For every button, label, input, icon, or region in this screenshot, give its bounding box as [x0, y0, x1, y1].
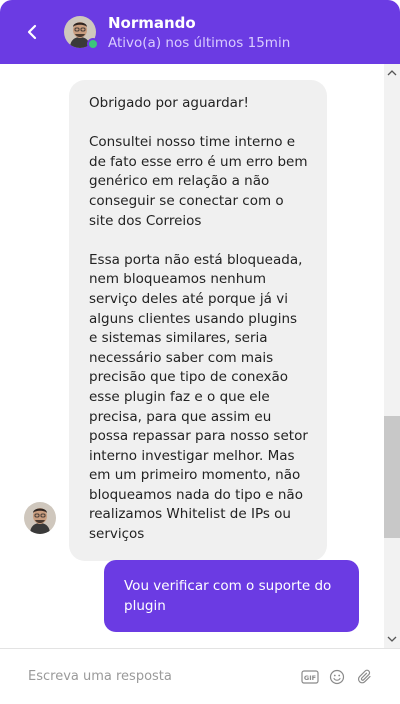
emoji-icon [329, 669, 345, 685]
svg-text:GIF: GIF [304, 674, 316, 682]
agent-name: Normando [108, 14, 196, 32]
gif-icon: GIF [301, 670, 319, 684]
scroll-up-button[interactable] [384, 64, 400, 82]
attachment-button[interactable] [355, 667, 375, 687]
gif-button[interactable]: GIF [300, 667, 320, 687]
emoji-button[interactable] [327, 667, 347, 687]
agent-avatar [24, 502, 56, 534]
user-message-bubble: Vou verificar com o suporte do plugin [104, 560, 359, 632]
online-status-icon [87, 38, 99, 50]
scroll-down-button[interactable] [384, 630, 400, 648]
scroll-up-icon [387, 70, 397, 76]
back-arrow-icon [27, 24, 37, 40]
agent-message-bubble: Obrigado por aguardar! Consultei nosso t… [69, 80, 327, 561]
scroll-thumb[interactable] [384, 416, 400, 538]
reply-input[interactable] [28, 665, 288, 687]
message-paragraph: Obrigado por aguardar! [89, 95, 249, 111]
reply-composer: GIF [0, 648, 400, 704]
scroll-down-icon [387, 636, 397, 642]
conversation-scrollbar[interactable] [384, 64, 400, 648]
conversation-area: Obrigado por aguardar! Consultei nosso t… [0, 64, 384, 648]
attachment-icon [357, 669, 371, 684]
message-paragraph: Consultei nosso time interno e de fato e… [89, 134, 308, 229]
agent-status: Ativo(a) nos últimos 15min [108, 35, 291, 51]
back-button[interactable] [20, 20, 44, 44]
chat-header: Normando Ativo(a) nos últimos 15min [0, 0, 400, 64]
message-paragraph: Essa porta não está bloqueada, nem bloqu… [89, 251, 308, 543]
